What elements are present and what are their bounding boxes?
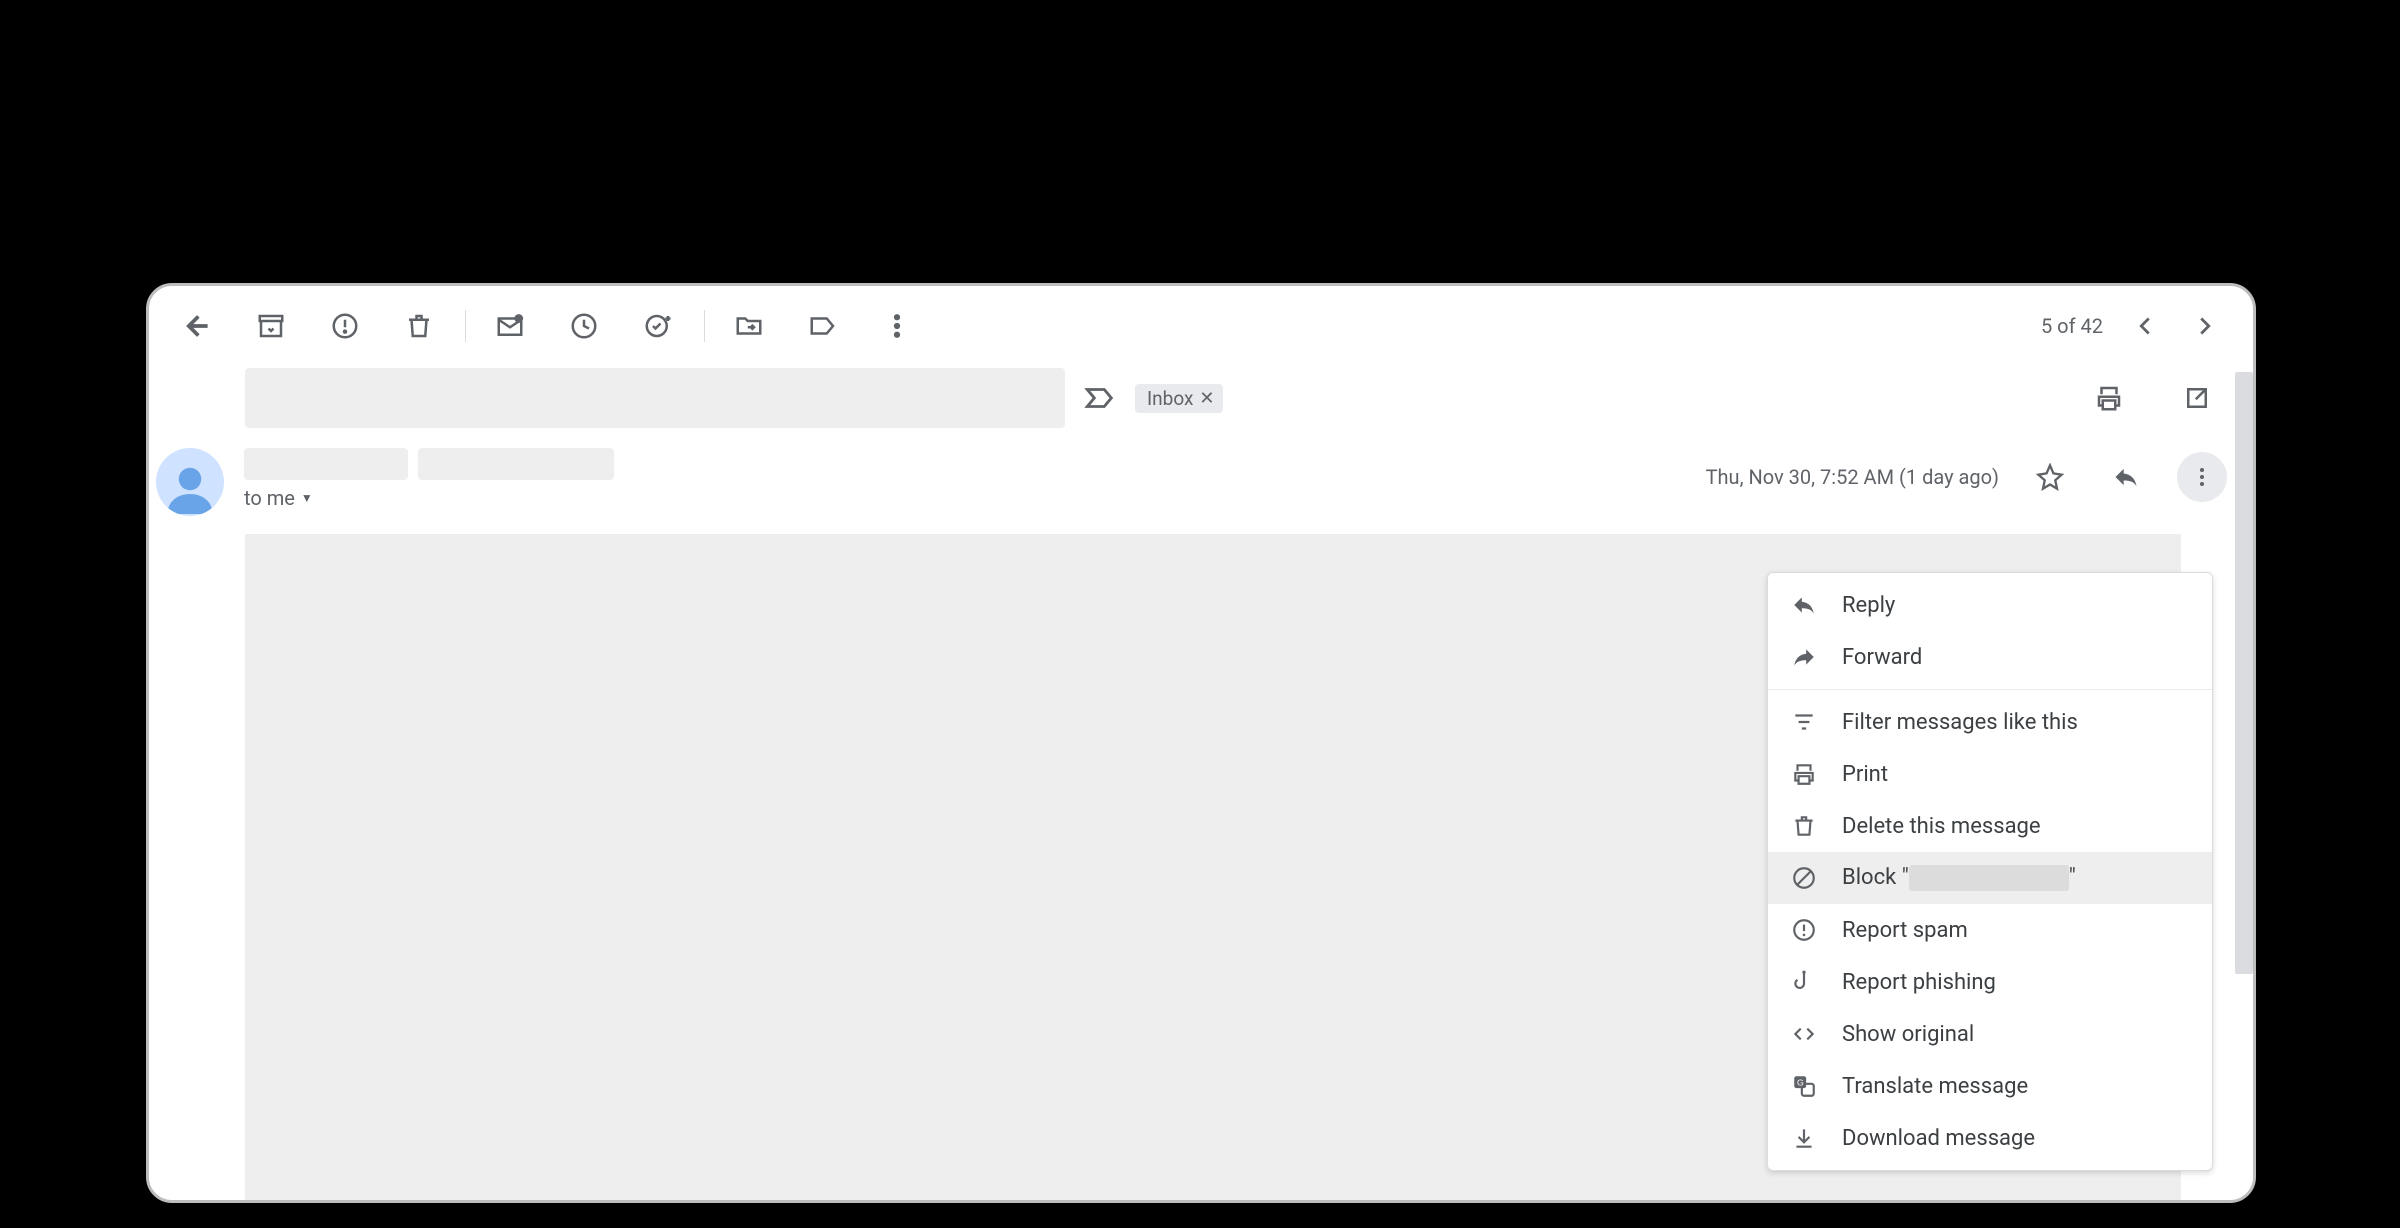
- menu-item-label: Report phishing: [1842, 970, 1996, 995]
- menu-item-report-phishing[interactable]: Report phishing: [1768, 956, 2212, 1008]
- reply-icon: [2112, 463, 2140, 491]
- more-vertical-icon: [882, 311, 912, 341]
- download-icon: [1790, 1124, 1818, 1152]
- menu-item-translate-message[interactable]: G Translate message: [1768, 1060, 2212, 1112]
- importance-marker[interactable]: [1083, 381, 1117, 415]
- menu-item-download-message[interactable]: Download message: [1768, 1112, 2212, 1164]
- redacted-block: [418, 448, 614, 480]
- subject-redacted: [245, 368, 1065, 428]
- block-icon: [1790, 864, 1818, 892]
- menu-item-filter-messages-like-this[interactable]: Filter messages like this: [1768, 696, 2212, 748]
- chevron-left-icon: [2130, 311, 2160, 341]
- forward-icon: [1790, 643, 1818, 671]
- email-window: 5 of 42 Inbox ✕: [146, 283, 2256, 1203]
- back-arrow-icon: [182, 311, 212, 341]
- menu-item-forward[interactable]: Forward: [1768, 631, 2212, 683]
- toolbar-separator: [704, 310, 705, 342]
- redacted-block: [244, 448, 408, 480]
- mark-unread-button[interactable]: [480, 296, 540, 356]
- label-icon: [808, 311, 838, 341]
- labels-button[interactable]: [793, 296, 853, 356]
- delete-button[interactable]: [389, 296, 449, 356]
- star-button[interactable]: [2025, 452, 2075, 502]
- menu-item-label: Forward: [1842, 645, 1922, 670]
- menu-item-print[interactable]: Print: [1768, 748, 2212, 800]
- more-vertical-icon: [2190, 465, 2214, 489]
- menu-separator: [1768, 689, 2212, 690]
- pager-count: 5 of 42: [2041, 314, 2103, 338]
- trash-icon: [1790, 812, 1818, 840]
- menu-item-label: Reply: [1842, 593, 1895, 618]
- menu-item-label: Block "": [1842, 865, 2076, 891]
- message-more-menu: Reply Forward Filter messages like this Pri…: [1767, 572, 2213, 1171]
- message-more-button[interactable]: [2177, 452, 2227, 502]
- importance-icon: [1083, 381, 1117, 415]
- snooze-button[interactable]: [554, 296, 614, 356]
- spam-icon: [1790, 916, 1818, 944]
- svg-text:G: G: [1797, 1077, 1804, 1087]
- report-spam-button[interactable]: [315, 296, 375, 356]
- archive-button[interactable]: [241, 296, 301, 356]
- decorative-noise: [2256, 548, 2316, 1228]
- back-button[interactable]: [167, 296, 227, 356]
- code-icon: [1790, 1020, 1818, 1048]
- recipients-dropdown[interactable]: to me ▼: [244, 486, 614, 510]
- print-button[interactable]: [2079, 368, 2139, 428]
- open-new-window-button[interactable]: [2167, 368, 2227, 428]
- task-add-icon: [643, 311, 673, 341]
- reply-icon: [1790, 591, 1818, 619]
- toolbar-separator: [465, 310, 466, 342]
- message-pager: 5 of 42: [2041, 296, 2235, 356]
- person-icon: [160, 459, 220, 516]
- remove-label-icon[interactable]: ✕: [1199, 388, 1214, 409]
- pager-prev-button[interactable]: [2115, 296, 2175, 356]
- menu-item-show-original[interactable]: Show original: [1768, 1008, 2212, 1060]
- menu-item-label: Show original: [1842, 1022, 1974, 1047]
- caret-down-icon: ▼: [301, 491, 313, 505]
- menu-item-delete-this-message[interactable]: Delete this message: [1768, 800, 2212, 852]
- trash-icon: [404, 311, 434, 341]
- message-timestamp: Thu, Nov 30, 7:52 AM (1 day ago): [1706, 465, 1999, 489]
- print-icon: [2094, 383, 2124, 413]
- translate-icon: G: [1790, 1072, 1818, 1100]
- sender-avatar[interactable]: [156, 448, 224, 516]
- menu-item-label: Filter messages like this: [1842, 710, 2078, 735]
- star-outline-icon: [2036, 463, 2064, 491]
- move-folder-icon: [734, 311, 764, 341]
- more-toolbar-button[interactable]: [867, 296, 927, 356]
- menu-item-label: Translate message: [1842, 1074, 2028, 1099]
- spam-icon: [330, 311, 360, 341]
- redacted-block: [1909, 865, 2069, 891]
- message-toolbar: 5 of 42: [149, 286, 2253, 366]
- filter-icon: [1790, 708, 1818, 736]
- to-line-text: to me: [244, 486, 295, 510]
- phishing-icon: [1790, 968, 1818, 996]
- sender-name-redacted: [244, 448, 614, 480]
- menu-item-label: Report spam: [1842, 918, 1968, 943]
- move-to-button[interactable]: [719, 296, 779, 356]
- add-to-tasks-button[interactable]: [628, 296, 688, 356]
- inbox-label-chip[interactable]: Inbox ✕: [1135, 384, 1223, 413]
- reply-button[interactable]: [2101, 452, 2151, 502]
- menu-item-reply[interactable]: Reply: [1768, 579, 2212, 631]
- menu-item-block[interactable]: Block "": [1768, 852, 2212, 904]
- label-chip-text: Inbox: [1147, 387, 1193, 410]
- menu-item-label: Download message: [1842, 1126, 2035, 1151]
- open-external-icon: [2182, 383, 2212, 413]
- menu-item-report-spam[interactable]: Report spam: [1768, 904, 2212, 956]
- menu-item-label: Delete this message: [1842, 814, 2041, 839]
- vertical-scrollbar[interactable]: [2235, 372, 2253, 974]
- clock-icon: [569, 311, 599, 341]
- print-icon: [1790, 760, 1818, 788]
- sender-row: to me ▼ Thu, Nov 30, 7:52 AM (1 day ago): [149, 430, 2253, 516]
- chevron-right-icon: [2190, 311, 2220, 341]
- pager-next-button[interactable]: [2175, 296, 2235, 356]
- subject-row: Inbox ✕: [149, 366, 2253, 430]
- archive-icon: [256, 311, 286, 341]
- mail-unread-icon: [495, 311, 525, 341]
- menu-item-label: Print: [1842, 762, 1888, 787]
